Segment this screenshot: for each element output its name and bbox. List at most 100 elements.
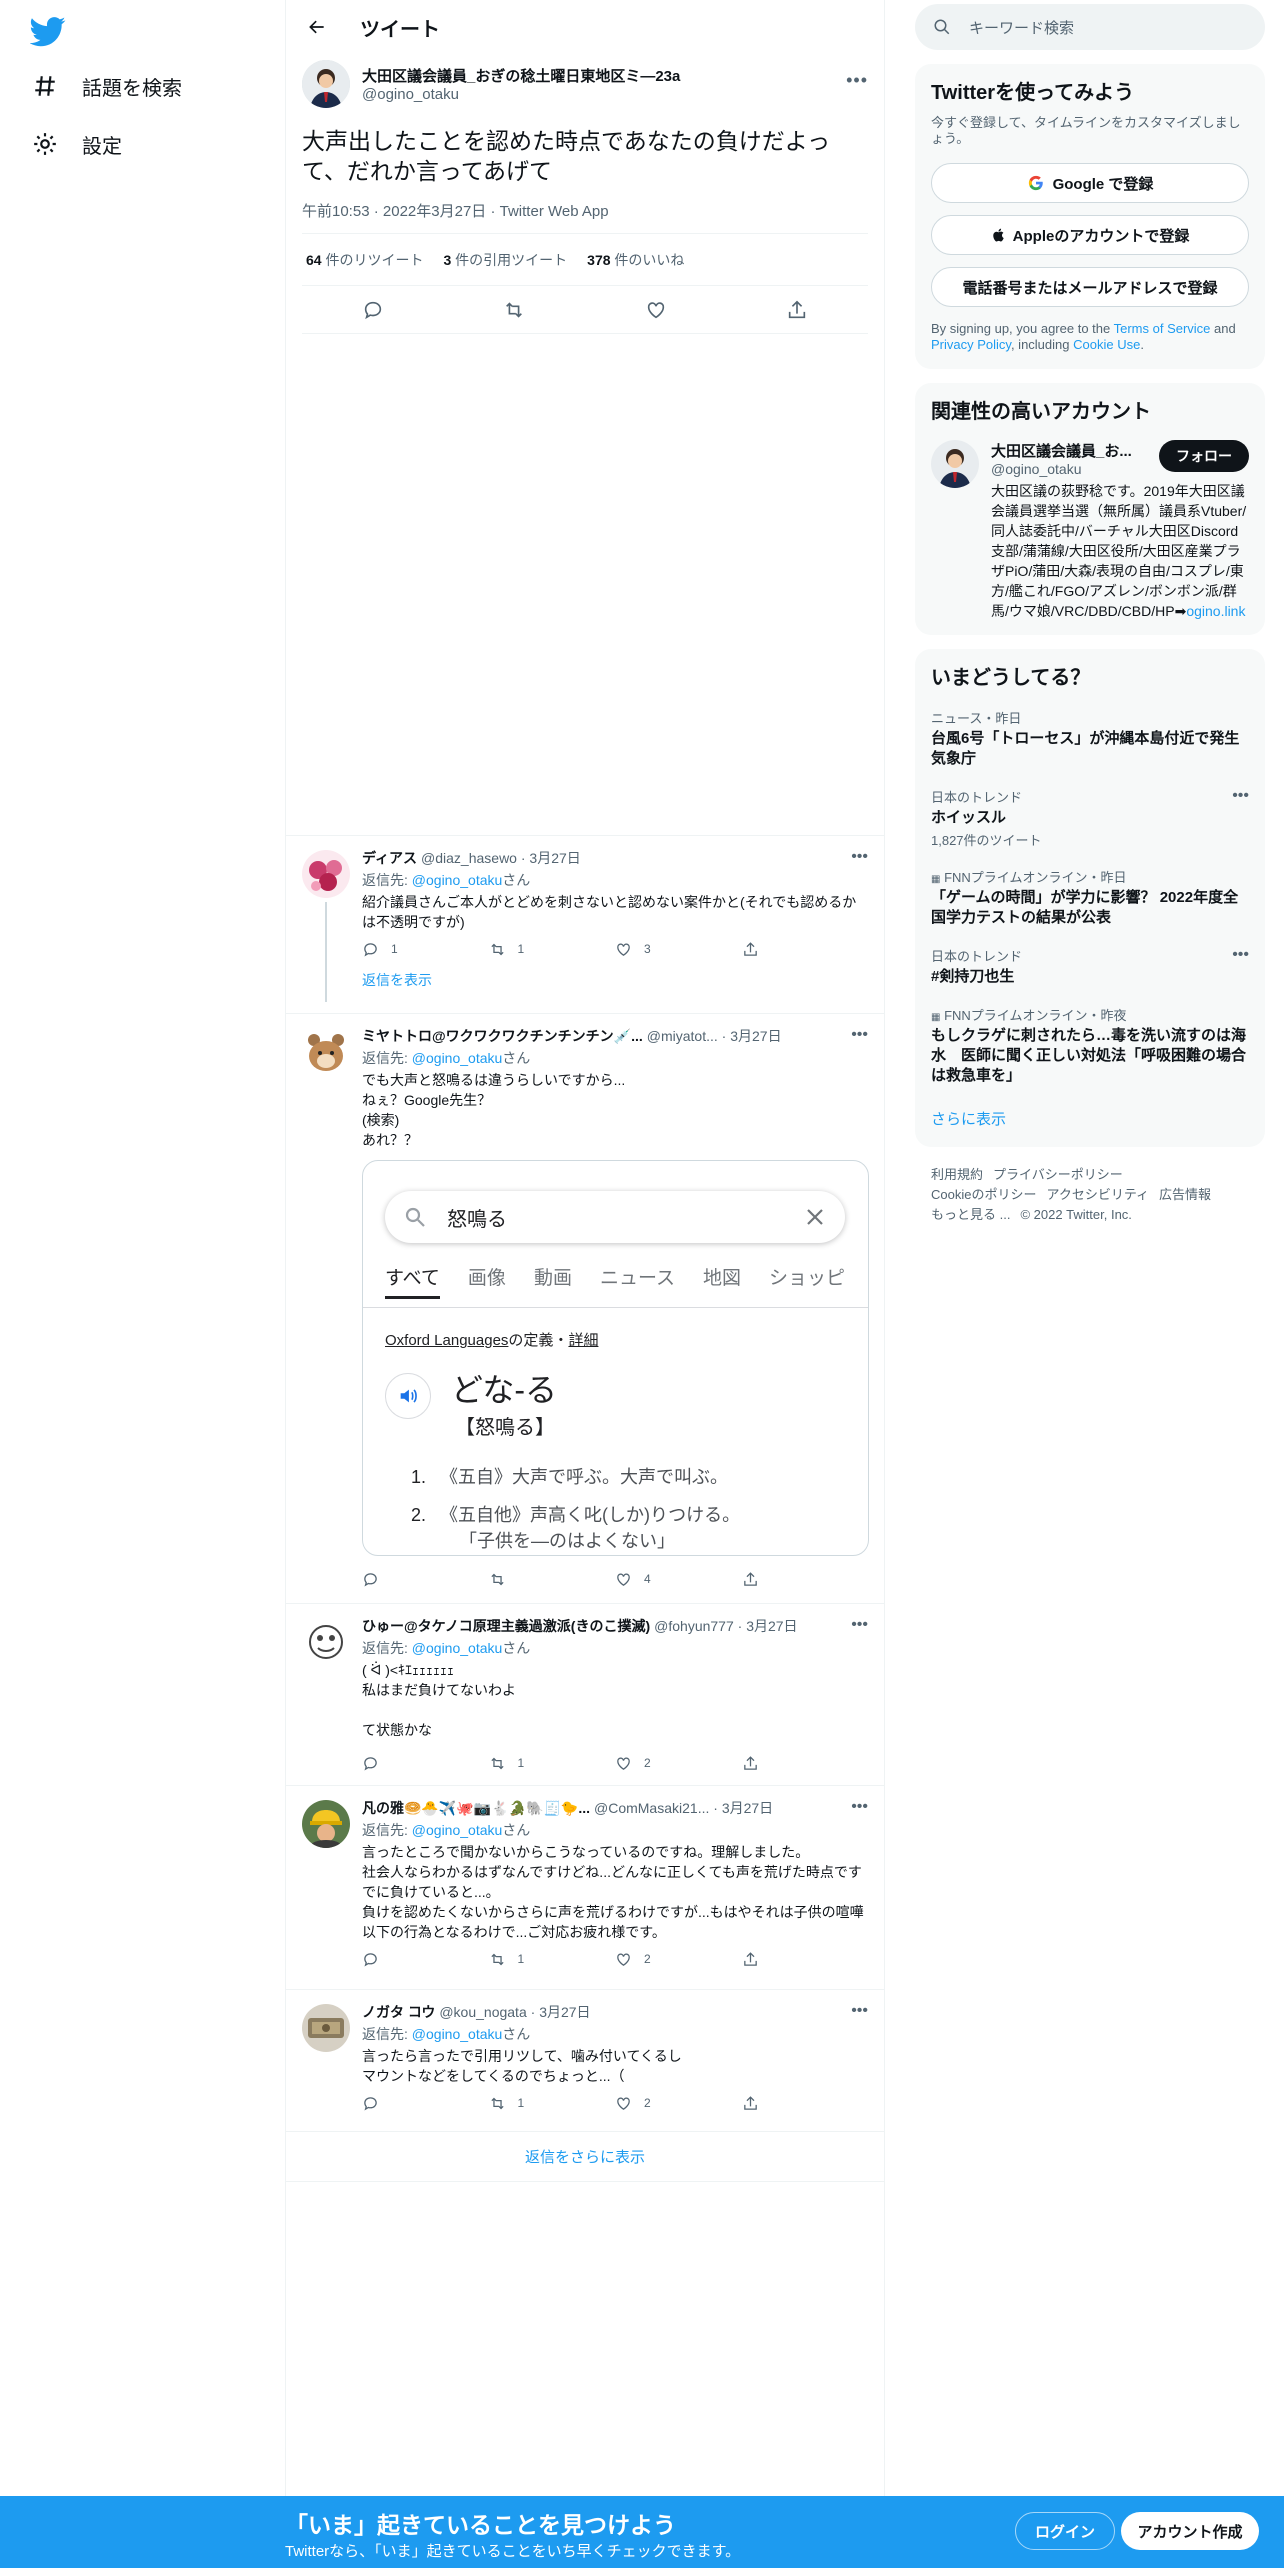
- retweet-button[interactable]: [489, 1571, 616, 1588]
- reply-author-handle[interactable]: @fohyun777: [654, 1618, 734, 1634]
- reply-button[interactable]: [362, 2095, 489, 2112]
- trend-item[interactable]: 日本のトレンド #剣持刀也生 •••: [931, 946, 1249, 987]
- attached-image[interactable]: 怒鳴る すべて 画像 動画 ニュース 地図 ショッピ Oxford Langua…: [362, 1160, 869, 1556]
- more-options-icon[interactable]: •••: [851, 848, 868, 866]
- share-button[interactable]: [742, 1951, 869, 1968]
- back-arrow-icon[interactable]: [302, 12, 332, 42]
- retweet-button[interactable]: 1: [489, 941, 616, 958]
- reply-tweet[interactable]: ノガタ コウ @kou_nogata · 3月27日 ••• 返信先: @ogin…: [286, 1990, 884, 2132]
- likes-stat[interactable]: 378 件のいいね: [587, 250, 684, 270]
- apple-signup-button[interactable]: Appleのアカウントで登録: [931, 215, 1249, 255]
- reply-author-handle[interactable]: @ComMasaki21...: [594, 1800, 709, 1816]
- more-options-icon[interactable]: •••: [846, 70, 868, 91]
- login-button[interactable]: ログイン: [1015, 2512, 1115, 2550]
- author-display-name[interactable]: 大田区議会議員_おぎの稔土曜日東地区ミ―23a: [362, 65, 680, 86]
- footer-link[interactable]: 利用規約: [931, 1167, 983, 1182]
- google-signup-button[interactable]: Google で登録: [931, 163, 1249, 203]
- footer-link[interactable]: アクセシビリティ: [1046, 1187, 1149, 1202]
- avatar[interactable]: [302, 1028, 350, 1076]
- reply-tweet[interactable]: ミヤトトロ@ワクワクワクチンチンチン💉... @miyatot... · 3月27…: [286, 1014, 884, 1604]
- more-options-icon[interactable]: •••: [851, 1616, 868, 1634]
- reply-author-name[interactable]: ディアス: [362, 848, 417, 868]
- terms-link[interactable]: Terms of Service: [1114, 321, 1211, 336]
- more-options-icon[interactable]: •••: [851, 1798, 868, 1816]
- reply-button[interactable]: [362, 1951, 489, 1968]
- reply-tweet[interactable]: ディアス @diaz_hasewo · 3月27日 ••• 返信先: @ogino…: [286, 836, 884, 1014]
- nav-settings[interactable]: 設定: [32, 124, 122, 164]
- account-link[interactable]: ogino.link: [1186, 603, 1245, 619]
- retweet-button[interactable]: 1: [489, 2095, 616, 2112]
- reply-author-handle[interactable]: @miyatot...: [647, 1028, 718, 1044]
- trend-item[interactable]: ▦ FNNプライムオンライン・昨日 「ゲームの時間」が学力に影響？ 2022年度…: [931, 867, 1249, 928]
- share-button[interactable]: [742, 2095, 869, 2112]
- like-button[interactable]: 4: [615, 1571, 742, 1588]
- trend-item[interactable]: ニュース・昨日 台風6号「トローセス」が沖縄本島付近で発生 気象庁: [931, 708, 1249, 769]
- phone-email-signup-button[interactable]: 電話番号またはメールアドレスで登録: [931, 267, 1249, 307]
- twitter-logo-icon[interactable]: [29, 12, 66, 48]
- reply-icon[interactable]: [362, 299, 384, 321]
- reply-author-name[interactable]: ノガタ コウ: [362, 2002, 435, 2022]
- avatar[interactable]: [302, 1800, 350, 1848]
- more-options-icon[interactable]: •••: [851, 1026, 868, 1044]
- mention-link[interactable]: @ogino_otaku: [412, 1050, 503, 1066]
- like-button[interactable]: 2: [615, 1951, 742, 1968]
- like-button[interactable]: 2: [615, 2095, 742, 2112]
- avatar[interactable]: [931, 440, 979, 488]
- mention-link[interactable]: @ogino_otaku: [412, 1822, 503, 1838]
- avatar[interactable]: [302, 2004, 350, 2052]
- signup-button[interactable]: アカウント作成: [1121, 2512, 1259, 2550]
- avatar[interactable]: [302, 60, 350, 108]
- mention-link[interactable]: @ogino_otaku: [412, 2026, 503, 2042]
- reply-author-handle[interactable]: @diaz_hasewo: [421, 850, 517, 866]
- trend-item[interactable]: 日本のトレンド ホイッスル 1,827件のツイート •••: [931, 787, 1249, 849]
- nav-explore[interactable]: 話題を検索: [32, 66, 182, 106]
- like-icon[interactable]: [645, 299, 667, 321]
- show-replies-link[interactable]: 返信を表示: [362, 966, 868, 998]
- more-options-icon[interactable]: •••: [1232, 946, 1249, 964]
- show-more-replies-link[interactable]: 返信をさらに表示: [286, 2132, 884, 2182]
- retweet-button[interactable]: 1: [489, 1951, 616, 1968]
- retweets-stat[interactable]: 64 件のリツイート: [306, 250, 423, 270]
- share-button[interactable]: [742, 1571, 869, 1588]
- follow-button[interactable]: フォロー: [1159, 440, 1249, 472]
- quotes-stat[interactable]: 3 件の引用ツイート: [443, 250, 567, 270]
- reply-date[interactable]: 3月27日: [539, 2004, 590, 2020]
- mention-link[interactable]: @ogino_otaku: [412, 1640, 503, 1656]
- avatar[interactable]: [302, 850, 350, 898]
- footer-link[interactable]: Cookieのポリシー: [931, 1187, 1036, 1202]
- retweet-button[interactable]: 1: [489, 1755, 616, 1772]
- reply-author-name[interactable]: ミヤトトロ@ワクワクワクチンチンチン💉...: [362, 1026, 643, 1046]
- like-button[interactable]: 2: [615, 1755, 742, 1772]
- reply-author-handle[interactable]: @kou_nogata: [439, 2004, 526, 2020]
- trend-item[interactable]: ▦ FNNプライムオンライン・昨夜 もしクラゲに刺されたら…毒を洗い流すのは海水…: [931, 1005, 1249, 1086]
- footer-link[interactable]: もっと見る ...: [931, 1207, 1010, 1222]
- share-icon[interactable]: [786, 299, 808, 321]
- tweet-date[interactable]: 2022年3月27日: [383, 203, 486, 220]
- author-handle[interactable]: @ogino_otaku: [362, 86, 680, 103]
- show-more-trends-link[interactable]: さらに表示: [931, 1108, 1249, 1139]
- reply-tweet[interactable]: ひゅー@タケノコ原理主義過激派(きのこ撲滅) @fohyun777 · 3月27日…: [286, 1604, 884, 1786]
- reply-button[interactable]: [362, 1755, 489, 1772]
- cookie-link[interactable]: Cookie Use: [1073, 337, 1140, 352]
- tweet-author[interactable]: 大田区議会議員_おぎの稔土曜日東地区ミ―23a @ogino_otaku •••: [302, 54, 868, 114]
- more-options-icon[interactable]: •••: [1232, 787, 1249, 805]
- share-button[interactable]: [742, 1755, 869, 1772]
- retweet-icon[interactable]: [503, 299, 525, 321]
- like-button[interactable]: 3: [615, 941, 742, 958]
- reply-button[interactable]: [362, 1571, 489, 1588]
- share-button[interactable]: [742, 941, 869, 958]
- reply-tweet[interactable]: 凡の雅🥯🐣✈️🐙📷🐇🐊🐘🧾🐤... @ComMasaki21... · 3月27日…: [286, 1786, 884, 1990]
- reply-author-name[interactable]: ひゅー@タケノコ原理主義過激派(きのこ撲滅): [362, 1616, 650, 1636]
- tweet-time[interactable]: 午前10:53: [302, 203, 370, 220]
- more-options-icon[interactable]: •••: [851, 2002, 868, 2020]
- account-item[interactable]: 大田区議会議員_お... @ogino_otaku 大田区議の荻野稔です。201…: [931, 440, 1249, 621]
- footer-link[interactable]: プライバシーポリシー: [993, 1167, 1123, 1182]
- search-input[interactable]: キーワード検索: [915, 4, 1265, 50]
- privacy-link[interactable]: Privacy Policy: [931, 337, 1011, 352]
- reply-date[interactable]: 3月27日: [730, 1028, 781, 1044]
- reply-date[interactable]: 3月27日: [722, 1800, 773, 1816]
- reply-date[interactable]: 3月27日: [746, 1618, 797, 1634]
- avatar[interactable]: [302, 1618, 350, 1666]
- reply-date[interactable]: 3月27日: [529, 850, 580, 866]
- mention-link[interactable]: @ogino_otaku: [412, 872, 503, 888]
